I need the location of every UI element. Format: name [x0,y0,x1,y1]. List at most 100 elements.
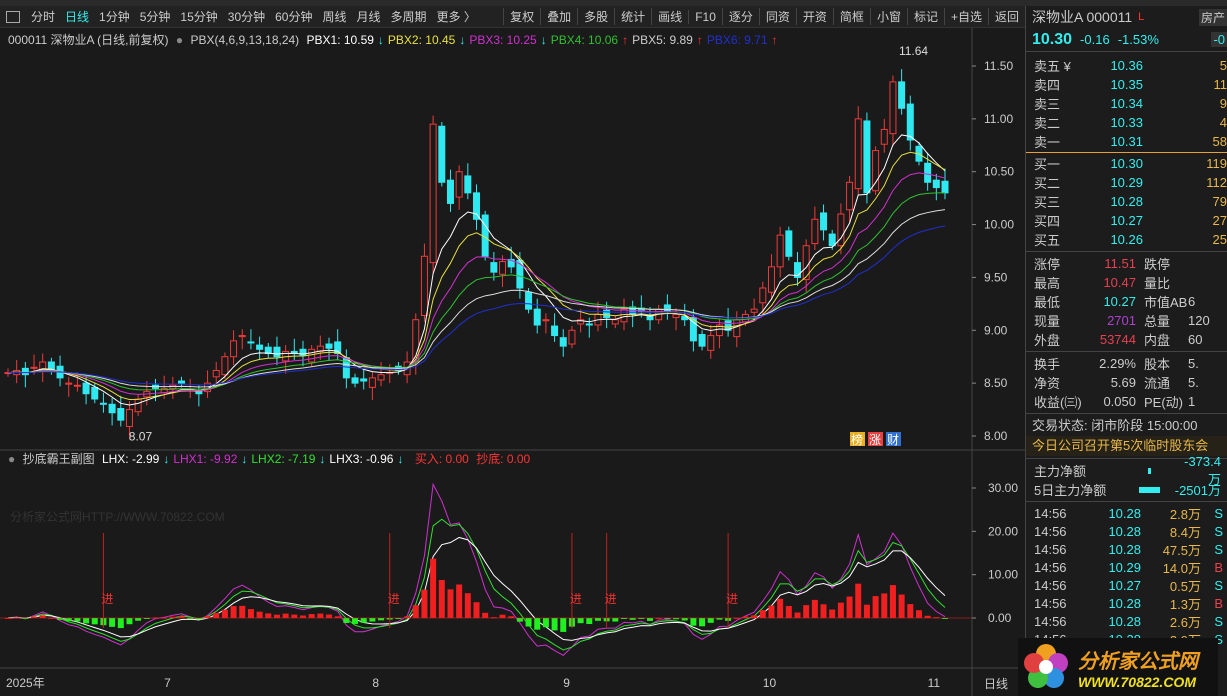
tick-side: B [1214,559,1223,575]
sub-bar [265,613,272,618]
sub-bar [438,579,445,618]
candle-body [438,125,446,183]
sub-bar [473,602,480,618]
sub-bar [213,612,220,618]
arrow-icon: ↓ [319,452,326,466]
sub-bar [777,598,784,618]
candle-body [846,181,854,211]
sub-bar [317,613,324,618]
arrow-icon: ↑ [622,33,629,47]
candle-body [663,304,671,312]
candle-body [73,384,81,387]
sub-bar [612,618,619,622]
sub-bar [560,618,567,632]
level-label: 买五 [1034,233,1061,248]
sidebar-toggle-icon[interactable] [6,10,20,23]
price-tick-label: 8.50 [984,376,1008,390]
tick-time: 14:56 [1034,541,1067,557]
quote-panel: 深物业A 000011 L 房产 10.30 -0.16 -1.53% -0 卖… [1025,6,1227,696]
stat-value: 11.51 [1104,256,1136,271]
sub-bar [829,609,836,618]
toolbar-button[interactable]: 逐分 [721,8,759,25]
sub-tick-label: 0.00 [988,611,1012,625]
period-tab[interactable]: 多周期 [386,8,432,25]
tick-amount: 2.8万 [1169,506,1201,522]
last-price: 10.30 [1032,30,1073,48]
level-volume: 112 [1206,175,1227,190]
price-change: -0.16 [1080,32,1110,47]
toolbar-button[interactable]: 返回 [987,8,1025,25]
sub-bar [924,615,931,618]
toolbar-button[interactable]: 统计 [614,8,651,25]
tick-time: 14:56 [1034,595,1067,611]
period-tab[interactable]: 更多 〉 [432,8,481,25]
ma-legend-item: PBX2: 10.45 [387,33,456,47]
period-label[interactable]: 日线 [984,677,1008,691]
sub-bar [326,614,333,618]
sub-bar [811,599,818,618]
tick-side: S [1214,613,1223,629]
tick-list[interactable]: 14:56 10.28 2.8万 S 14:56 10.28 8.4万 S 14:56 10.28… [1026,504,1227,648]
tick-price: 10.29 [1108,559,1141,575]
site-logo: 分析家公式网 WWW.70822.COM [1018,638,1218,696]
sub-indicator-name: 抄底霸王副图 [22,452,95,466]
toolbar-button[interactable]: 开资 [795,8,833,25]
ma-legend-item: PBX4: 10.06 [550,33,619,47]
logo-url: WWW.70822.COM [1078,673,1196,690]
toolbar-button[interactable]: 同资 [758,8,796,25]
sub-bar [534,618,541,630]
period-tab[interactable]: 5分钟 [135,8,176,25]
sub-bar [846,596,853,618]
tick-side: B [1214,595,1223,611]
period-tab[interactable]: 日线 [60,8,94,25]
level-price: 10.26 [1110,232,1143,247]
order-book-row: 卖五 ¥ 10.36 5 [1026,56,1227,75]
toolbar-button[interactable]: 复权 [503,8,540,25]
candle-body [420,255,428,316]
sub-bar [855,583,862,618]
tick-price: 10.28 [1108,541,1141,557]
toolbar-button[interactable]: 多股 [577,8,614,25]
collapse-icon[interactable]: ● [8,452,15,466]
period-tab[interactable]: 60分钟 [270,8,317,25]
sector-tab[interactable]: 房产 [1198,8,1227,26]
period-tab[interactable]: 月线 [352,8,386,25]
period-tab[interactable]: 30分钟 [223,8,270,25]
tick-row: 14:56 10.28 8.4万 S [1026,522,1227,540]
ma-legend-item: PBX6: 9.71 [706,33,768,47]
level-price: 10.31 [1110,134,1143,149]
price-tick-label: 11.00 [984,112,1013,126]
tick-amount: 47.5万 [1162,542,1201,558]
candle-body [429,123,437,264]
stat-label: 总量 [1144,314,1171,329]
toolbar-button[interactable]: F10 [688,9,722,24]
toolbar-button[interactable]: 画线 [651,8,688,25]
toolbar-button[interactable]: 小窗 [869,8,907,25]
stat-value: 53744 [1099,332,1136,347]
toolbar-button[interactable]: 简框 [832,8,870,25]
badge[interactable]: 榜 [851,432,863,447]
candle-body [446,179,454,204]
order-book-row: 买五 10.26 25 [1026,230,1227,249]
toolbar-button[interactable]: +自选 [943,8,988,25]
candle-body [299,348,307,357]
toolbar-button[interactable]: 叠加 [540,8,577,25]
period-tab[interactable]: 分时 [26,8,60,25]
level-price: 10.35 [1110,77,1143,92]
stat-row: 收益(㈢) 0.050 PE(动) 1 [1026,392,1227,411]
candle-body [863,120,871,194]
settings-icon[interactable]: ● [176,33,183,47]
toolbar-button[interactable]: 标记 [906,8,944,25]
period-tab[interactable]: 周线 [317,8,351,25]
badge[interactable]: 财 [887,433,899,447]
sub-bar [551,618,558,631]
stat-label: 市值AB [1144,295,1188,310]
sub-bar [299,615,306,618]
tick-time: 14:56 [1034,505,1067,521]
period-tab[interactable]: 15分钟 [175,8,222,25]
kline-chart[interactable]: 分析家公式网HTTP://WWW.70822.COM 11.50 11.00 10.5… [0,28,1025,696]
period-tab[interactable]: 1分钟 [94,8,135,25]
badge[interactable]: 涨 [869,432,881,447]
candle-body [854,118,862,190]
ma-legend-item: PBX3: 10.25 [469,33,537,47]
